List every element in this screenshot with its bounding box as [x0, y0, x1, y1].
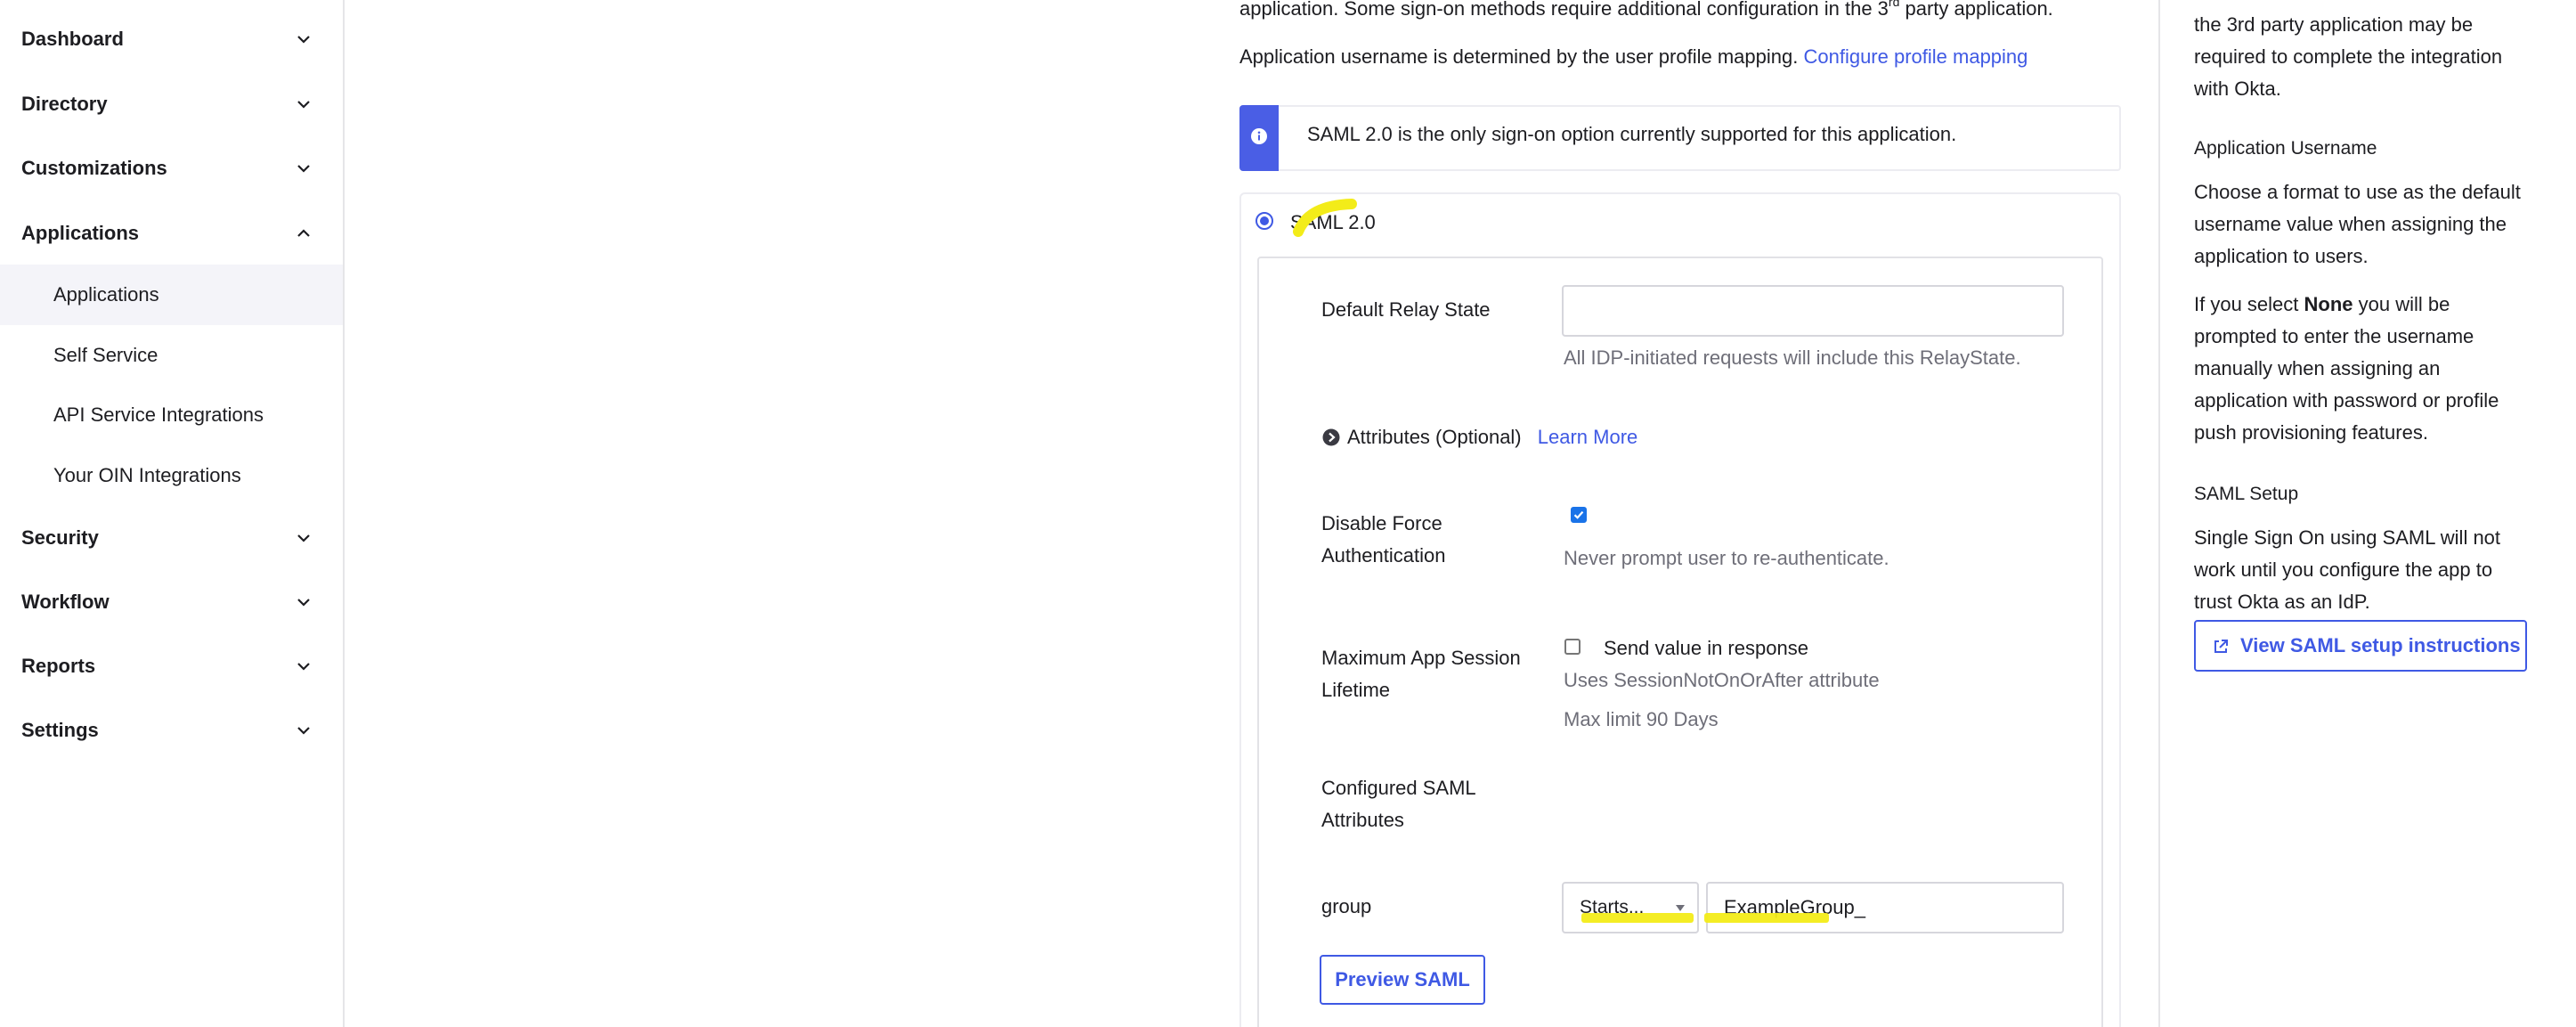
sidebar-section-applications[interactable]: Applications — [0, 207, 343, 260]
session-max-limit-help: Max limit 90 Days — [1564, 708, 1719, 730]
external-link-icon — [2214, 640, 2228, 653]
group-attribute-name: group — [1321, 895, 1372, 917]
username-mapping-text: Application username is determined by th… — [1239, 41, 2027, 73]
highlight-mark-filter — [1581, 913, 1694, 923]
configured-saml-attributes-label-2: Attributes — [1321, 809, 1404, 831]
max-session-lifetime-label-2: Lifetime — [1321, 679, 1391, 701]
intro-text-end: party application. — [1899, 0, 2053, 20]
preview-saml-label: Preview SAML — [1335, 968, 1470, 990]
disable-force-auth-label: Disable Force — [1321, 512, 1442, 534]
sidebar-item-label: Applications — [53, 283, 159, 306]
none-help-suffix: you will be — [2353, 293, 2450, 315]
configure-profile-mapping-link[interactable]: Configure profile mapping — [1803, 45, 2027, 68]
app-username-help-line-2: username value when assigning the — [2194, 213, 2507, 235]
info-callout-bar — [1239, 105, 1279, 171]
sidebar-section-directory[interactable]: Directory — [0, 77, 343, 131]
none-help-line-2: prompted to enter the username — [2194, 325, 2474, 347]
none-help-line-3: manually when assigning an — [2194, 357, 2441, 379]
group-filter-value-input[interactable]: ExampleGroup_ — [1706, 882, 2064, 933]
sidebar-item-label: Your OIN Integrations — [53, 464, 241, 486]
sidebar-section-settings[interactable]: Settings — [0, 704, 343, 757]
sign-on-intro-text: application. Some sign-on methods requir… — [1239, 0, 2053, 25]
session-attribute-help: Uses SessionNotOnOrAfter attribute — [1564, 669, 1880, 691]
help-intro-line-3: with Okta. — [2194, 77, 2281, 100]
sidebar-section-workflow[interactable]: Workflow — [0, 575, 343, 629]
none-help-prefix: If you select — [2194, 293, 2304, 315]
none-help-line-5: push provisioning features. — [2194, 421, 2428, 444]
sidebar-item-label: Self Service — [53, 344, 158, 366]
app-username-help-line-3: application to users. — [2194, 245, 2369, 267]
disable-force-auth-label-2: Authentication — [1321, 544, 1446, 566]
chevron-down-icon — [297, 727, 310, 735]
info-icon — [1251, 128, 1267, 144]
chevron-down-icon — [297, 663, 310, 671]
sidebar-section-label: Applications — [21, 222, 140, 244]
chevron-down-icon — [297, 534, 310, 542]
saml-setup-help-line-2: work until you configure the app to — [2194, 558, 2493, 581]
help-intro-line-2: required to complete the integration — [2194, 45, 2503, 68]
sidebar-item-label: API Service Integrations — [53, 403, 264, 426]
relay-state-help-text: All IDP-initiated requests will include … — [1564, 346, 2021, 369]
highlight-mark-value — [1704, 913, 1829, 923]
sidebar-item-self-service[interactable]: Self Service — [0, 325, 343, 386]
max-session-lifetime-label: Maximum App Session — [1321, 647, 1521, 669]
highlight-mark-saml — [1293, 199, 1357, 237]
sidebar-section-label: Security — [21, 526, 99, 549]
saml-setup-help-line-1: Single Sign On using SAML will not — [2194, 526, 2501, 549]
username-mapping-label: Application username is determined by th… — [1239, 45, 1799, 68]
application-username-heading: Application Username — [2194, 138, 2377, 159]
caret-down-icon — [1676, 905, 1685, 911]
sidebar-item-applications[interactable]: Applications — [0, 265, 343, 325]
sidebar-section-reports[interactable]: Reports — [0, 640, 343, 693]
none-option-help: If you select None you will be — [2194, 289, 2450, 321]
saml-radio-button[interactable] — [1255, 212, 1273, 230]
disable-force-auth-checkbox[interactable] — [1571, 507, 1587, 523]
info-callout: SAML 2.0 is the only sign-on option curr… — [1239, 105, 2121, 171]
sidebar-section-label: Dashboard — [21, 28, 124, 50]
chevron-down-icon — [297, 36, 310, 44]
default-relay-state-label: Default Relay State — [1321, 298, 1491, 321]
configured-saml-attributes-label: Configured SAML — [1321, 777, 1476, 799]
sidebar-item-api-service-integrations[interactable]: API Service Integrations — [0, 385, 343, 445]
sidebar-section-label: Reports — [21, 655, 96, 677]
disable-force-auth-help: Never prompt user to re-authenticate. — [1564, 547, 1889, 569]
saml-setup-heading: SAML Setup — [2194, 484, 2299, 504]
sidebar-section-label: Directory — [21, 93, 108, 115]
preview-saml-button[interactable]: Preview SAML — [1320, 955, 1485, 1005]
sidebar-section-customizations[interactable]: Customizations — [0, 142, 343, 195]
learn-more-link[interactable]: Learn More — [1538, 426, 1638, 448]
chevron-up-icon — [297, 229, 310, 237]
view-saml-setup-instructions-label: View SAML setup instructions — [2240, 634, 2521, 656]
view-saml-setup-instructions-button[interactable]: View SAML setup instructions — [2194, 620, 2527, 672]
sidebar-section-label: Workflow — [21, 591, 110, 613]
send-value-checkbox[interactable] — [1564, 639, 1581, 655]
saml-setup-help-line-3: trust Okta as an IdP. — [2194, 591, 2370, 613]
default-relay-state-input[interactable] — [1562, 285, 2064, 337]
none-help-bold: None — [2304, 293, 2353, 315]
checkmark-icon — [1573, 510, 1584, 519]
app-username-help-line-1: Choose a format to use as the default — [2194, 181, 2521, 203]
sidebar-item-your-oin-integrations[interactable]: Your OIN Integrations — [0, 445, 343, 506]
help-intro-line-1: the 3rd party application may be — [2194, 13, 2474, 36]
chevron-down-icon — [297, 101, 310, 109]
chevron-down-icon — [297, 599, 310, 607]
attributes-optional-row: Attributes (Optional) Learn More — [1347, 421, 1637, 453]
info-callout-message: SAML 2.0 is the only sign-on option curr… — [1307, 123, 1957, 145]
sidebar: Dashboard Directory Customizations Appli… — [0, 0, 345, 1027]
intro-superscript: rd — [1888, 0, 1900, 9]
sidebar-section-dashboard[interactable]: Dashboard — [0, 12, 343, 66]
none-help-line-4: application with password or profile — [2194, 389, 2499, 412]
chevron-down-icon — [297, 165, 310, 173]
group-filter-select[interactable]: Starts... — [1562, 882, 1699, 933]
sidebar-section-label: Customizations — [21, 157, 167, 179]
expand-arrow-icon[interactable] — [1322, 428, 1340, 446]
send-value-label: Send value in response — [1604, 637, 1808, 659]
sidebar-section-security[interactable]: Security — [0, 511, 343, 565]
attributes-optional-label[interactable]: Attributes (Optional) — [1347, 426, 1522, 448]
intro-text-start: application. Some sign-on methods requir… — [1239, 0, 1889, 20]
sidebar-section-label: Settings — [21, 719, 99, 741]
